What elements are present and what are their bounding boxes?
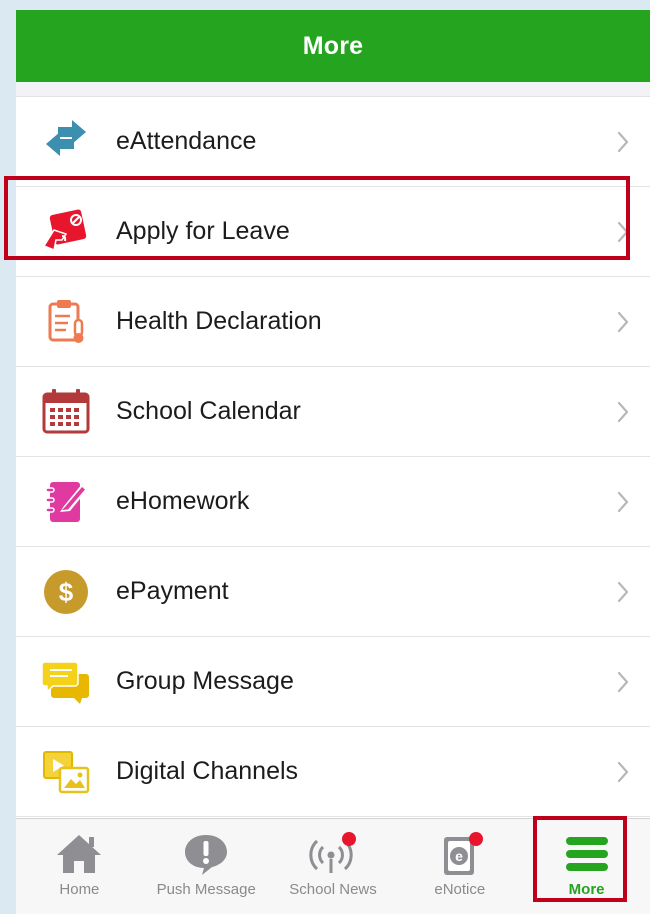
chevron-right-icon: [617, 311, 629, 332]
menu-item-label: Apply for Leave: [116, 217, 290, 245]
menu-item-label: Digital Channels: [116, 757, 299, 785]
alert-bubble-icon: [185, 835, 228, 875]
chevron-right-icon: [617, 401, 629, 422]
menu-item-ehomework[interactable]: eHomework: [16, 457, 650, 547]
calendar-icon: [40, 386, 92, 438]
menu-item-label: eHomework: [116, 487, 250, 515]
clipboard-thermometer-icon: [40, 296, 92, 348]
tab-home[interactable]: Home: [16, 819, 143, 914]
bottom-tab-bar: Home Push Message School News e eNotice …: [16, 818, 650, 914]
menu-item-epayment[interactable]: $ ePayment: [16, 547, 650, 637]
tab-label: Push Message: [156, 881, 256, 898]
home-icon: [57, 835, 102, 873]
tab-label: Home: [59, 881, 100, 898]
broadcast-icon: [309, 832, 356, 873]
menu-item-health-declaration[interactable]: Health Declaration: [16, 277, 650, 367]
menu-item-apply-for-leave[interactable]: Apply for Leave: [16, 187, 650, 277]
menu-list: eAttendance Apply for Leave Health Decla…: [16, 97, 650, 817]
header-bar: More: [16, 10, 650, 82]
arrows-exchange-icon: [40, 116, 92, 168]
chevron-right-icon: [617, 221, 629, 242]
tab-label: More: [568, 881, 605, 898]
tab-school-news[interactable]: School News: [270, 819, 397, 914]
chevron-right-icon: [617, 581, 629, 602]
chat-bubbles-icon: [40, 656, 92, 708]
section-spacer: [16, 82, 650, 97]
chevron-right-icon: [617, 491, 629, 512]
hamburger-menu-icon: [565, 837, 608, 871]
chevron-right-icon: [617, 761, 629, 782]
dollar-coin-icon: $: [40, 566, 92, 618]
tab-label: eNotice: [434, 881, 486, 898]
tab-more[interactable]: More: [523, 819, 650, 914]
tab-enotice[interactable]: e eNotice: [396, 819, 523, 914]
notebook-pen-icon: [40, 476, 92, 528]
svg-text:e: e: [455, 848, 463, 864]
tab-push-message[interactable]: Push Message: [143, 819, 270, 914]
menu-item-group-message[interactable]: Group Message: [16, 637, 650, 727]
menu-item-label: Health Declaration: [116, 307, 322, 335]
svg-text:$: $: [59, 577, 74, 607]
menu-item-label: School Calendar: [116, 397, 301, 425]
chevron-right-icon: [617, 671, 629, 692]
leave-slip-icon: [40, 206, 92, 258]
menu-item-eattendance[interactable]: eAttendance: [16, 97, 650, 187]
phone-screen: More eAttendance Apply for Leave Health …: [16, 10, 650, 914]
menu-item-school-calendar[interactable]: School Calendar: [16, 367, 650, 457]
menu-item-label: ePayment: [116, 577, 229, 605]
tab-label: School News: [289, 881, 377, 898]
enotice-icon: e: [443, 832, 483, 875]
menu-item-digital-channels[interactable]: Digital Channels: [16, 727, 650, 817]
page-title: More: [302, 31, 364, 60]
chevron-right-icon: [617, 131, 629, 152]
menu-item-label: eAttendance: [116, 127, 257, 155]
menu-item-label: Group Message: [116, 667, 294, 695]
video-channel-icon: [40, 746, 92, 798]
